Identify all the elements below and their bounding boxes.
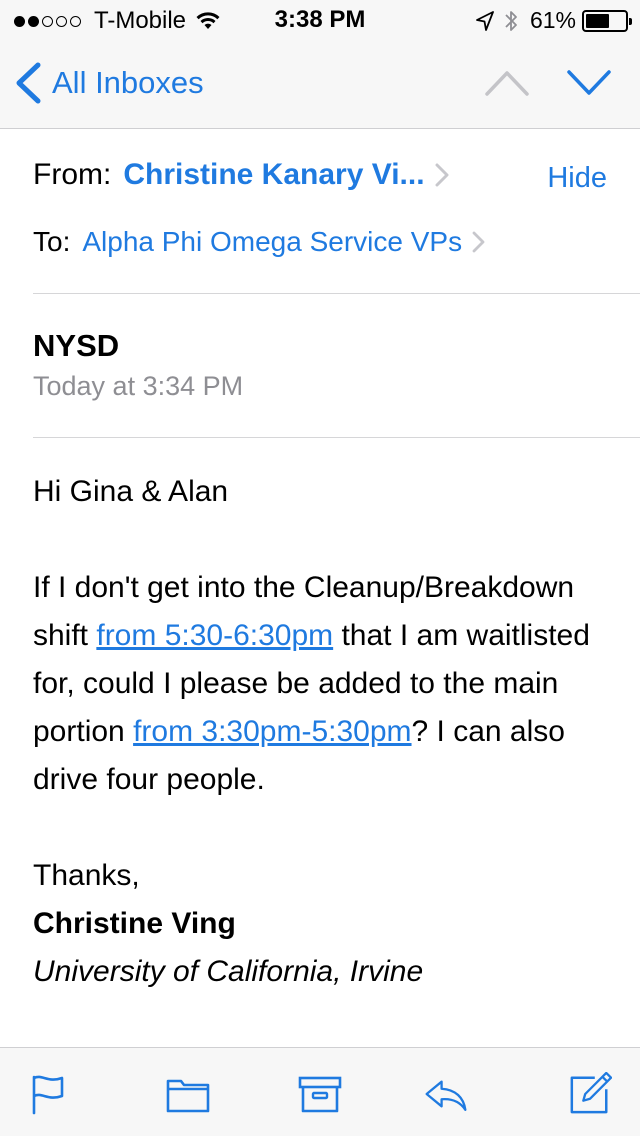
from-row: From: Christine Kanary Vi... xyxy=(33,158,449,192)
signoff: Thanks, xyxy=(33,859,140,892)
body-paragraph: If I don't get into the Cleanup/Breakdow… xyxy=(33,564,613,804)
navigation-bar: All Inboxes xyxy=(0,40,640,129)
bottom-toolbar xyxy=(0,1047,640,1136)
battery-level-fill xyxy=(586,13,609,28)
status-bar: T-Mobile 3:38 PM 61% xyxy=(0,0,640,40)
message-subject: NYSD xyxy=(33,328,120,363)
time-link-cleanup[interactable]: from 5:30-6:30pm xyxy=(96,619,333,652)
chevron-up-icon[interactable] xyxy=(484,68,530,98)
location-arrow-icon xyxy=(476,10,494,31)
message-body: Hi Gina & Alan If I don't get into the C… xyxy=(33,468,613,996)
reply-icon[interactable] xyxy=(424,1072,468,1116)
hide-button[interactable]: Hide xyxy=(547,162,607,195)
from-label: From: xyxy=(33,158,112,191)
folder-icon[interactable] xyxy=(166,1072,210,1116)
back-button-label: All Inboxes xyxy=(52,65,204,100)
to-label: To: xyxy=(33,226,71,257)
mail-message-screen: T-Mobile 3:38 PM 61% All Inboxes From: C… xyxy=(0,0,640,1136)
recipient-name[interactable]: Alpha Phi Omega Service VPs xyxy=(82,226,462,258)
bluetooth-icon xyxy=(505,10,517,31)
chevron-right-icon[interactable] xyxy=(435,163,449,187)
greeting: Hi Gina & Alan xyxy=(33,475,229,508)
back-button[interactable]: All Inboxes xyxy=(14,62,204,104)
flag-icon[interactable] xyxy=(26,1072,70,1116)
status-right: 61% xyxy=(476,7,632,34)
signature-name: Christine Ving xyxy=(33,907,236,940)
chevron-down-icon[interactable] xyxy=(566,68,612,98)
chevron-left-icon xyxy=(16,62,41,104)
time-link-main[interactable]: from 3:30pm-5:30pm xyxy=(133,715,411,748)
archive-icon[interactable] xyxy=(298,1072,342,1116)
signature-organization: University of California, Irvine xyxy=(33,955,424,988)
sender-name[interactable]: Christine Kanary Vi... xyxy=(123,158,424,192)
compose-icon[interactable] xyxy=(568,1072,612,1116)
chevron-right-icon[interactable] xyxy=(472,231,485,253)
message-date: Today at 3:34 PM xyxy=(33,371,244,401)
battery-icon xyxy=(582,9,632,32)
battery-percent: 61% xyxy=(529,7,576,33)
subject-divider xyxy=(33,437,640,438)
to-row: To: Alpha Phi Omega Service VPs xyxy=(33,226,485,258)
header-divider xyxy=(33,293,640,294)
